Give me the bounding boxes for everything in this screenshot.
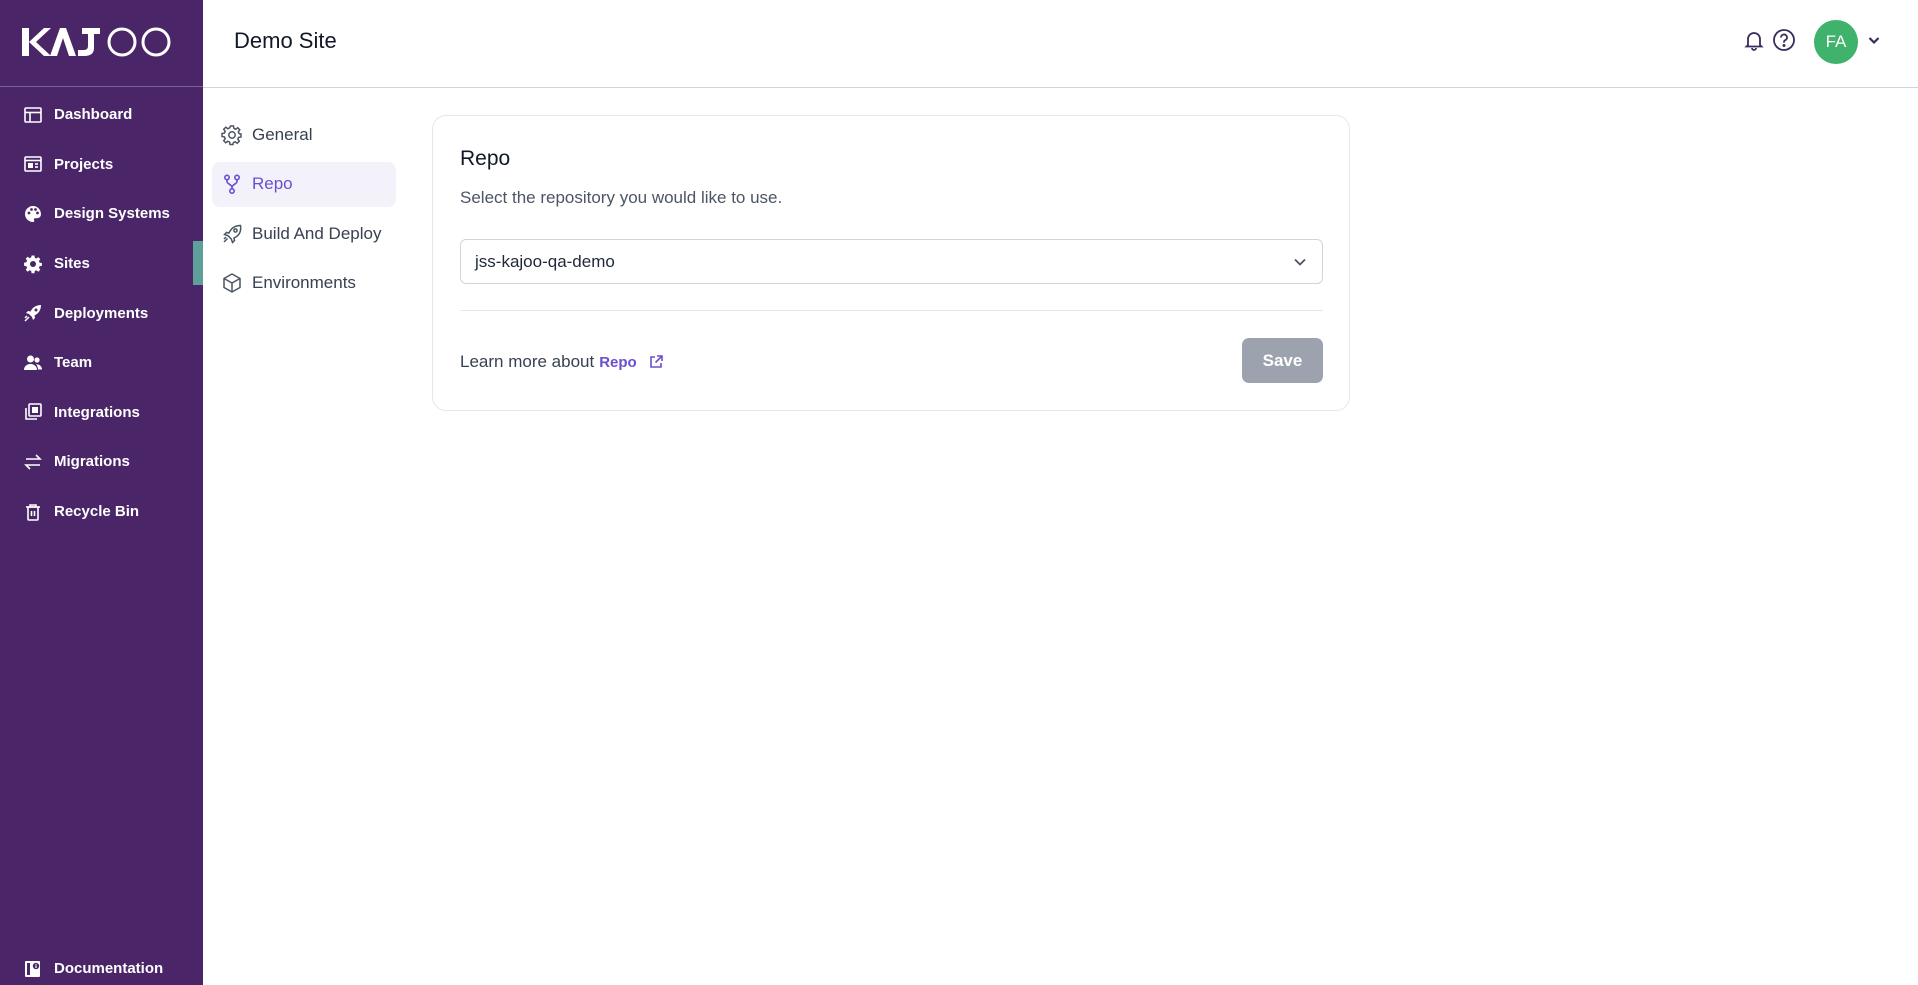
settings-tab-repo[interactable]: Repo [212,161,396,207]
settings-tab-label: Build And Deploy [252,223,382,243]
chevron-down-icon [1867,33,1881,52]
rocket-icon [22,302,44,324]
settings-tab-build-and-deploy[interactable]: Build And Deploy [212,211,396,256]
header-actions: FA [1740,20,1884,64]
cube-icon [220,271,244,295]
learn-more-text: Learn more about [460,352,595,371]
sidebar-item-deployments[interactable]: Deployments [0,288,203,338]
sidebar-item-label: Team [54,354,93,372]
sidebar-item-label: Projects [54,155,114,173]
sidebar-item-label: Recycle Bin [54,503,140,521]
settings-tab-label: General [252,124,313,144]
top-header: Demo Site FA [203,0,1918,88]
chevron-down-icon [1290,252,1310,272]
arrows-exchange-icon [22,451,44,473]
avatar[interactable]: FA [1814,20,1858,64]
sidebar-item-label: Dashboard [54,106,133,124]
sidebar-item-recycle-bin[interactable]: Recycle Bin [0,487,203,537]
git-branch-icon [220,172,244,196]
sidebar-item-label: Integrations [54,403,140,421]
card-title: Repo [460,147,511,170]
settings-tab-environments[interactable]: Environments [212,261,396,306]
sidebar-item-label: Sites [54,255,90,273]
bell-icon [1743,29,1765,56]
repo-select[interactable]: jss-kajoo-qa-demo [460,239,1323,284]
repo-select-value: jss-kajoo-qa-demo [475,251,615,271]
notifications-button[interactable] [1740,28,1768,56]
sidebar: Dashboard Projects Design Systems Sites … [0,0,203,985]
learn-more: Learn more about Repo [460,352,665,372]
settings-tab-general[interactable]: General [212,112,396,157]
gear-icon [220,123,244,147]
settings-tab-label: Repo [252,174,293,193]
learn-more-link[interactable]: Repo [599,354,637,371]
main-nav: Dashboard Projects Design Systems Sites … [0,90,203,536]
palette-icon [22,203,44,225]
sidebar-item-label: Migrations [54,453,130,471]
browser-window-icon [22,153,44,175]
sidebar-item-dashboard[interactable]: Dashboard [0,90,203,140]
card-divider [460,310,1323,311]
help-button[interactable] [1770,28,1798,56]
book-info-icon [22,958,44,980]
sidebar-item-design-systems[interactable]: Design Systems [0,189,203,239]
external-link-icon[interactable] [647,353,665,371]
sidebar-item-migrations[interactable]: Migrations [0,437,203,487]
repo-settings-card: Repo Select the repository you would lik… [432,115,1350,411]
card-description: Select the repository you would like to … [460,188,783,207]
sidebar-item-team[interactable]: Team [0,338,203,388]
rocket-icon [220,222,244,246]
settings-nav: General Repo Build And Deploy Environmen… [212,112,396,310]
sidebar-item-label: Deployments [54,304,149,322]
avatar-initials: FA [1825,32,1847,51]
sidebar-item-projects[interactable]: Projects [0,140,203,190]
gear-icon [22,253,44,275]
settings-tab-label: Environments [252,273,356,292]
page-title: Demo Site [234,28,337,53]
sidebar-item-integrations[interactable]: Integrations [0,388,203,438]
users-icon [22,352,44,374]
account-menu-toggle[interactable] [1864,32,1884,52]
documentation-label: Documentation [54,960,164,977]
table-layout-icon [22,104,44,126]
save-button[interactable]: Save [1242,338,1323,383]
sidebar-item-sites[interactable]: Sites [0,239,203,289]
kajoo-logo[interactable] [22,24,178,60]
trash-icon [22,501,44,523]
sidebar-item-documentation[interactable]: Documentation [0,944,203,985]
sidebar-item-label: Design Systems [54,205,170,223]
question-circle-icon [1772,28,1796,57]
stacked-squares-icon [22,401,44,423]
sidebar-divider [0,86,203,87]
